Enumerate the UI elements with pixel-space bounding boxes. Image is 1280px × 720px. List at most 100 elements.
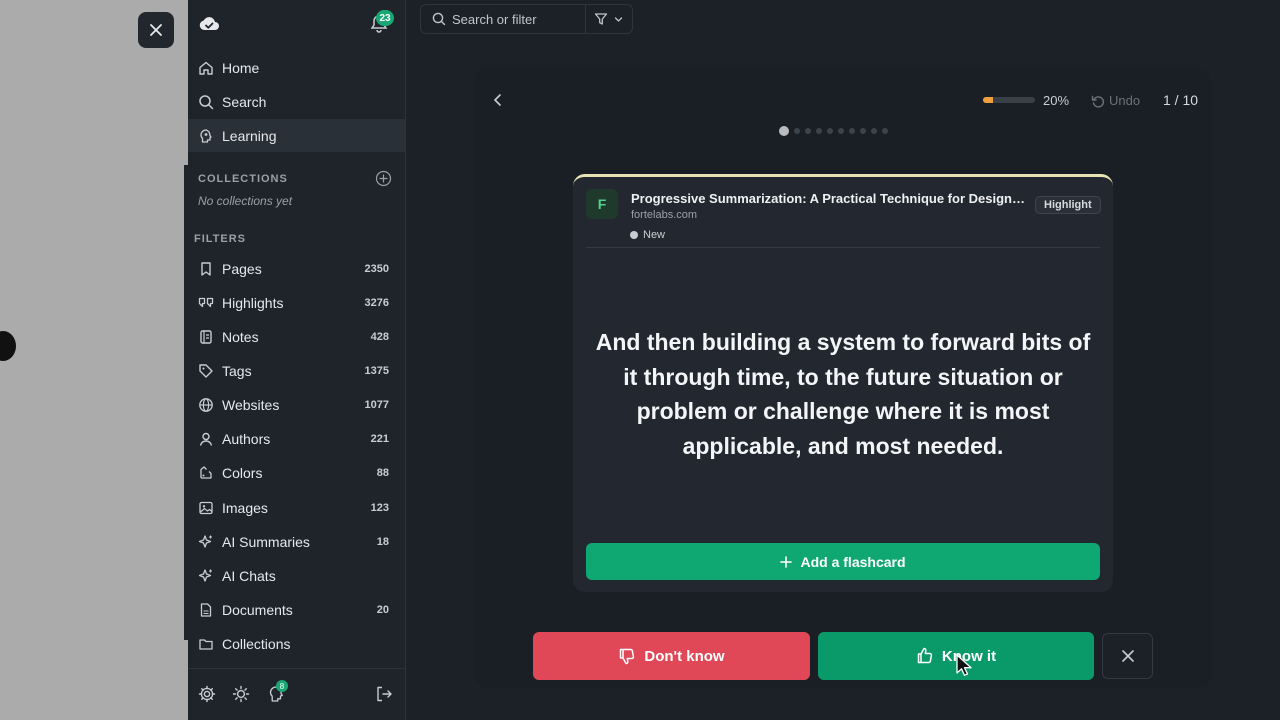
notebook-icon	[198, 329, 214, 345]
flashcard: F Progressive Summarization: A Practical…	[573, 174, 1113, 592]
filter-notes[interactable]: Notes 428	[188, 320, 405, 353]
filter-count: 221	[370, 432, 389, 445]
dismiss-card-button[interactable]	[1102, 633, 1153, 679]
filter-collections[interactable]: Collections	[188, 627, 405, 660]
add-collection-icon[interactable]	[375, 170, 392, 187]
filter-icon	[594, 13, 608, 25]
brain-icon	[198, 128, 214, 144]
learning-badge: 8	[276, 680, 288, 692]
card-status: New	[630, 229, 665, 241]
image-icon	[198, 500, 214, 516]
document-icon	[198, 602, 214, 618]
status-dot-icon	[630, 231, 638, 239]
filter-count: 1375	[364, 364, 389, 377]
card-counter: 1 / 10	[1163, 92, 1199, 108]
tag-icon	[198, 363, 214, 379]
nav-label: Home	[222, 59, 260, 76]
source-avatar: F	[586, 189, 618, 219]
pagination-dot[interactable]	[816, 128, 822, 134]
sidebar: 23 Home Search Learning COLLECTIONS No c…	[188, 0, 406, 720]
close-icon	[1121, 650, 1134, 662]
filter-label: Collections	[222, 635, 291, 652]
nav-label: Search	[222, 93, 267, 110]
gear-icon[interactable]	[198, 685, 216, 703]
add-flashcard-button[interactable]: Add a flashcard	[586, 543, 1100, 580]
filter-count: 18	[376, 535, 389, 548]
pagination-dot[interactable]	[882, 128, 888, 134]
quote-icon	[198, 295, 214, 311]
chevron-down-icon	[614, 16, 623, 22]
filter-label: Highlights	[222, 294, 284, 311]
filter-count: 2350	[364, 262, 389, 275]
pagination-dot[interactable]	[827, 128, 833, 134]
status-label: New	[643, 229, 666, 241]
notification-badge: 23	[376, 10, 394, 26]
filter-label: Pages	[222, 260, 262, 277]
filter-highlights[interactable]: Highlights 3276	[188, 286, 405, 319]
highlight-quote: And then building a system to forward bi…	[595, 329, 1091, 459]
close-sidebar-button[interactable]	[138, 12, 174, 48]
filter-dropdown[interactable]	[594, 12, 623, 26]
filter-label: Websites	[222, 396, 280, 413]
filter-images[interactable]: Images 123	[188, 491, 405, 524]
filter-label: AI Summaries	[222, 533, 310, 550]
filter-count: 20	[376, 603, 389, 616]
dont-know-button[interactable]: Don't know	[533, 632, 810, 680]
close-icon	[150, 24, 162, 36]
sun-icon[interactable]	[232, 685, 250, 703]
filter-label: Documents	[222, 601, 293, 618]
filter-count: 428	[370, 330, 389, 343]
filter-pages[interactable]: Pages 2350	[188, 252, 405, 285]
pagination-dot[interactable]	[779, 126, 789, 136]
cloud-logo-icon[interactable]	[198, 14, 220, 34]
pagination-dot[interactable]	[849, 128, 855, 134]
back-chevron-icon[interactable]	[490, 91, 506, 109]
background-overlay	[0, 0, 188, 720]
thumbs-up-icon	[917, 647, 933, 664]
backdrop-dot	[0, 331, 16, 361]
filter-label: Images	[222, 499, 268, 516]
filter-colors[interactable]: Colors 88	[188, 456, 405, 489]
mouse-cursor-icon	[956, 654, 972, 676]
pagination-dot[interactable]	[838, 128, 844, 134]
search-icon	[198, 94, 214, 110]
filter-count: 88	[376, 466, 389, 479]
pagination-dot[interactable]	[860, 128, 866, 134]
collections-empty-text: No collections yet	[198, 194, 293, 208]
nav-home[interactable]: Home	[188, 51, 405, 84]
sidebar-footer: 8	[188, 668, 405, 720]
highlight-type-badge: Highlight	[1035, 196, 1101, 214]
pagination-dot[interactable]	[794, 128, 800, 134]
sidebar-header: 23	[188, 0, 405, 50]
collections-heading: COLLECTIONS	[198, 173, 288, 185]
filter-ai-summaries[interactable]: AI Summaries 18	[188, 525, 405, 558]
filters-heading: FILTERS	[194, 233, 247, 245]
thumbs-down-icon	[620, 648, 635, 665]
plus-icon	[780, 555, 793, 568]
filter-label: Notes	[222, 328, 259, 345]
home-icon	[198, 60, 214, 76]
search-divider	[585, 4, 586, 34]
source-site: fortelabs.com	[631, 209, 698, 221]
logout-icon[interactable]	[375, 685, 393, 703]
filter-authors[interactable]: Authors 221	[188, 422, 405, 455]
filter-count: 1077	[364, 398, 389, 411]
undo-button[interactable]: Undo	[1091, 93, 1140, 108]
pagination-dot[interactable]	[805, 128, 811, 134]
filter-tags[interactable]: Tags 1375	[188, 354, 405, 387]
search-icon	[432, 12, 446, 26]
dont-know-label: Don't know	[644, 647, 725, 665]
pagination-dot[interactable]	[871, 128, 877, 134]
search-input[interactable]: Search or filter	[452, 12, 582, 27]
session-progress-label: 20%	[1043, 93, 1070, 108]
filter-documents[interactable]: Documents 20	[188, 593, 405, 626]
card-divider	[586, 247, 1100, 248]
filter-label: Colors	[222, 464, 263, 481]
source-title[interactable]: Progressive Summarization: A Practical T…	[631, 191, 1026, 206]
search-bar[interactable]: Search or filter	[420, 4, 633, 34]
nav-search[interactable]: Search	[188, 85, 405, 118]
filter-ai-chats[interactable]: AI Chats	[188, 559, 405, 592]
nav-learning[interactable]: Learning	[188, 119, 405, 152]
filter-websites[interactable]: Websites 1077	[188, 388, 405, 421]
sparkle-icon	[198, 534, 214, 550]
